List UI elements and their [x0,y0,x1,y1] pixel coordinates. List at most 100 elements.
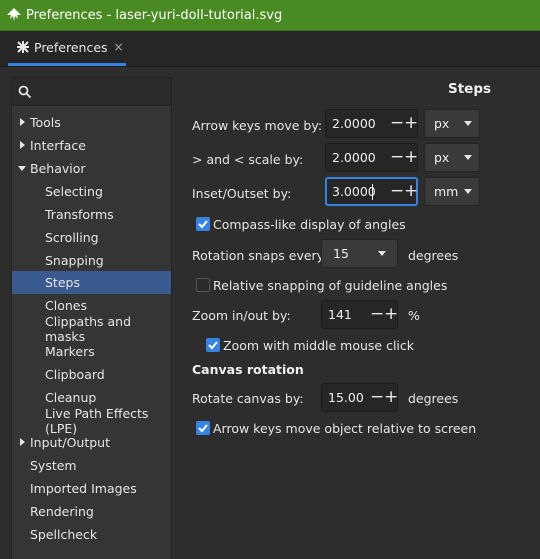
sidebar-item-interface[interactable]: Interface [12,134,171,157]
arrow-keys-value: 2.0000 [332,116,376,131]
chevron-down-icon [464,121,472,126]
sidebar-item-label: Scrolling [45,230,99,245]
sidebar-item-snapping[interactable]: Snapping [12,249,171,272]
zoom-middle-checkbox[interactable] [206,338,220,352]
scale-unit-select[interactable]: px [424,143,480,172]
scale-value: 2.0000 [332,150,376,165]
sidebar-item-tools[interactable]: Tools [12,111,171,134]
sidebar-item-rendering[interactable]: Rendering [12,500,171,523]
page-title: Steps [448,81,492,97]
sidebar-item-input-output[interactable]: Input/Output [12,431,171,454]
rotation-label: Rotation snaps every: [192,248,328,263]
sidebar-item-label: Rendering [30,504,94,519]
search-icon [18,85,32,99]
sidebar-item-label: Clippaths and masks [45,313,132,344]
sidebar-item-scrolling[interactable]: Scrolling [12,226,171,249]
sidebar-item-label: Transforms [45,207,114,222]
sidebar-item-markers[interactable]: Markers [12,340,171,363]
zoom-spinbutton[interactable]: 141 − + [321,300,398,329]
zoom-unit: % [408,308,420,323]
scale-label: > and < scale by: [192,152,304,167]
tab-label: Preferences [34,39,108,55]
sidebar-item-transforms[interactable]: Transforms [12,203,171,226]
increment-button[interactable]: + [404,146,418,168]
sidebar-item-label: Input/Output [30,435,110,450]
increment-button[interactable]: + [404,112,418,134]
checkmark-icon [208,341,218,350]
canvas-rotation-heading: Canvas rotation [192,362,304,377]
decrement-button[interactable]: − [370,386,384,408]
rotate-canvas-spinbutton[interactable]: 15.00 − + [321,383,398,412]
inset-value: 3.0000 [332,184,376,199]
tab-bar: Preferences × [0,31,540,67]
compass-label: Compass-like display of angles [213,217,406,232]
chevron-down-icon [464,155,472,160]
rotate-canvas-label: Rotate canvas by: [192,391,304,406]
rotation-snaps-select[interactable]: 15 [321,239,398,268]
rotate-canvas-unit: degrees [408,391,459,406]
search-input[interactable] [12,78,171,106]
sidebar-item-clippaths[interactable]: Clippaths and masks [12,314,171,344]
sidebar-item-label: Clones [45,298,87,313]
zoom-value: 141 [328,307,352,322]
sidebar-item-label: Interface [30,138,86,153]
sidebar-item-label: Cleanup [45,390,97,405]
sidebar-item-steps[interactable]: Steps [12,271,171,294]
tab-preferences[interactable]: Preferences × [8,31,126,66]
arrow-relative-checkbox[interactable] [196,421,210,435]
arrow-relative-label: Arrow keys move object relative to scree… [213,421,477,436]
relative-snap-label: Relative snapping of guideline angles [213,278,448,293]
decrement-button[interactable]: − [370,303,384,325]
decrement-button[interactable]: − [390,112,404,134]
unit-value: px [434,116,450,131]
increment-button[interactable]: + [384,303,398,325]
rotate-canvas-value: 15.00 [328,390,364,405]
sidebar-item-system[interactable]: System [12,454,171,477]
sidebar-item-label: Behavior [30,161,86,176]
checkmark-icon [198,424,208,433]
expander-right-icon [20,141,25,149]
arrow-keys-unit-select[interactable]: px [424,109,480,138]
rotation-value: 15 [333,246,349,261]
text-caret [372,184,373,200]
arrow-keys-spinbutton[interactable]: 2.0000 − + [325,109,418,138]
scale-spinbutton[interactable]: 2.0000 − + [325,143,418,172]
sidebar-item-label: Tools [30,115,61,130]
inset-label: Inset/Outset by: [192,186,292,201]
expander-right-icon [20,438,25,446]
preferences-icon [17,41,29,53]
title-bar: Preferences - laser-yuri-doll-tutorial.s… [0,0,540,31]
arrow-keys-label: Arrow keys move by: [192,118,323,133]
compass-checkbox[interactable] [196,217,210,231]
close-icon[interactable]: × [114,40,124,54]
sidebar-item-label: System [30,458,77,473]
chevron-down-icon [378,251,386,256]
zoom-middle-label: Zoom with middle mouse click [223,338,415,353]
unit-value: px [434,150,450,165]
relative-snap-checkbox[interactable] [196,278,210,292]
sidebar-item-clipboard[interactable]: Clipboard [12,363,171,386]
checkmark-icon [198,220,208,229]
inset-unit-select[interactable]: mm [424,177,480,206]
sidebar-item-label: Selecting [45,184,103,199]
sidebar-item-imported-images[interactable]: Imported Images [12,477,171,500]
sidebar-item-label: Spellcheck [30,527,98,542]
sidebar-item-spellcheck[interactable]: Spellcheck [12,523,171,546]
sidebar-item-label: Snapping [45,253,104,268]
sidebar-item-behavior[interactable]: Behavior [12,157,171,180]
decrement-button[interactable]: − [390,180,404,202]
window-title: Preferences - laser-yuri-doll-tutorial.s… [26,7,283,23]
rotation-unit: degrees [408,248,459,263]
sidebar-item-selecting[interactable]: Selecting [12,180,171,203]
sidebar-item-label: Steps [45,275,80,290]
sidebar-item-lpe[interactable]: Live Path Effects (LPE) [12,406,171,436]
inkscape-logo-icon [7,8,21,21]
sidebar-item-label: Imported Images [30,481,137,496]
inset-spinbutton[interactable]: 3.0000 − + [325,177,418,206]
preferences-sidebar: Tools Interface Behavior Selecting Trans… [11,77,172,559]
chevron-down-icon [464,189,472,194]
expander-down-icon [18,166,26,171]
increment-button[interactable]: + [404,180,418,202]
decrement-button[interactable]: − [390,146,404,168]
increment-button[interactable]: + [384,386,398,408]
